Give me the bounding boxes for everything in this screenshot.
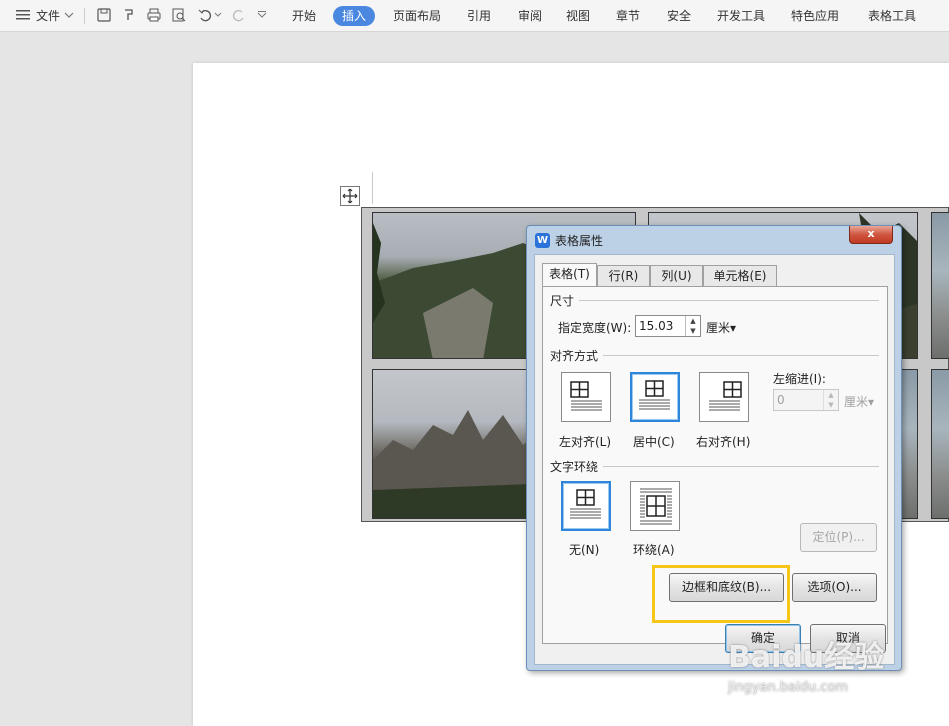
print-icon[interactable] — [145, 6, 163, 24]
wps-logo-icon: W — [535, 233, 550, 248]
tab-start[interactable]: 开始 — [292, 6, 316, 26]
wrap-around-label: 环绕(A) — [633, 543, 675, 557]
align-center-icon — [639, 380, 670, 410]
dialog-titlebar[interactable]: W 表格属性 x — [527, 226, 901, 252]
table-move-handle[interactable] — [340, 186, 360, 206]
format-painter-icon[interactable] — [120, 6, 138, 24]
toolbar-divider — [84, 8, 85, 24]
highlight-box — [652, 565, 790, 623]
chevron-down-icon[interactable] — [63, 6, 75, 24]
tab-chapter[interactable]: 章节 — [616, 6, 640, 26]
tab-table-tools[interactable]: 表格工具 — [868, 6, 916, 26]
redo-icon[interactable] — [230, 6, 248, 24]
wrap-around-icon — [640, 488, 672, 525]
width-unit-dropdown[interactable]: 厘米▾ — [706, 319, 736, 336]
spin-up-icon[interactable]: ▲ — [823, 390, 838, 400]
watermark-url: jingyan.baidu.com — [728, 680, 848, 695]
wrap-around-option[interactable] — [630, 481, 680, 531]
close-button[interactable]: x — [849, 226, 893, 244]
wrap-none-label: 无(N) — [569, 543, 600, 557]
section-divider — [603, 466, 879, 467]
align-right-label: 右对齐(H) — [696, 435, 751, 449]
tab-references[interactable]: 引用 — [467, 6, 491, 26]
align-center-option[interactable] — [630, 372, 680, 422]
tab-cell[interactable]: 单元格(E) — [703, 265, 777, 287]
align-right-icon — [709, 381, 742, 411]
tab-page-layout[interactable]: 页面布局 — [393, 6, 441, 26]
toolbar: 文件 开始 插入 页面布局 引用 审阅 视图 章节 安全 开发工具 特色应用 表… — [0, 0, 949, 32]
undo-icon[interactable] — [196, 6, 214, 24]
margin-guide — [372, 172, 373, 204]
wrap-none-icon — [570, 489, 601, 519]
left-indent-unit-dropdown[interactable]: 厘米▾ — [844, 393, 874, 410]
table-cell-photo[interactable] — [931, 369, 949, 519]
options-button[interactable]: 选项(O)... — [792, 573, 877, 602]
align-left-label: 左对齐(L) — [559, 435, 612, 449]
tab-view[interactable]: 视图 — [566, 6, 590, 26]
section-divider — [603, 355, 879, 356]
tab-column[interactable]: 列(U) — [650, 265, 703, 287]
dialog-title: 表格属性 — [555, 234, 604, 248]
align-right-option[interactable] — [699, 372, 749, 422]
width-value: 15.03 — [639, 319, 674, 333]
section-wrap-label: 文字环绕 — [550, 460, 599, 474]
tab-security[interactable]: 安全 — [667, 6, 691, 26]
baidu-jingyan-watermark: Baidu经验 jingyan.baidu.com — [728, 632, 928, 712]
file-menu[interactable]: 文件 — [36, 6, 60, 26]
tab-special-apps[interactable]: 特色应用 — [791, 6, 839, 26]
left-indent-value: 0 — [777, 393, 785, 407]
width-input[interactable]: 15.03 ▲ ▼ — [635, 315, 701, 337]
tab-developer-tools[interactable]: 开发工具 — [717, 6, 765, 26]
undo-dropdown-icon[interactable] — [213, 6, 223, 24]
save-icon[interactable] — [95, 6, 113, 24]
section-alignment-label: 对齐方式 — [550, 349, 599, 363]
tab-table[interactable]: 表格(T) — [542, 263, 597, 287]
tab-review[interactable]: 审阅 — [518, 6, 542, 26]
menu-icon[interactable] — [14, 6, 32, 24]
print-preview-icon[interactable] — [170, 6, 188, 24]
section-divider — [579, 300, 879, 301]
wrap-none-option[interactable] — [561, 481, 611, 531]
spin-down-icon[interactable]: ▼ — [823, 400, 838, 410]
tab-insert[interactable]: 插入 — [333, 6, 376, 26]
table-cell-photo[interactable] — [931, 212, 949, 359]
move-icon — [342, 188, 358, 204]
position-button[interactable]: 定位(P)... — [800, 523, 877, 552]
watermark-brand: Baidu经验 — [728, 640, 885, 675]
spin-up-icon[interactable]: ▲ — [685, 316, 700, 326]
align-center-label: 居中(C) — [633, 435, 675, 449]
customize-toolbar-icon[interactable] — [255, 6, 269, 24]
align-left-option[interactable] — [561, 372, 611, 422]
spin-down-icon[interactable]: ▼ — [685, 326, 700, 336]
left-indent-input[interactable]: 0 ▲ ▼ — [773, 389, 839, 411]
left-indent-label: 左缩进(I): — [773, 372, 826, 386]
tab-row[interactable]: 行(R) — [597, 265, 650, 287]
align-left-icon — [570, 381, 602, 411]
section-size-label: 尺寸 — [550, 294, 575, 308]
width-label: 指定宽度(W): — [558, 321, 632, 335]
